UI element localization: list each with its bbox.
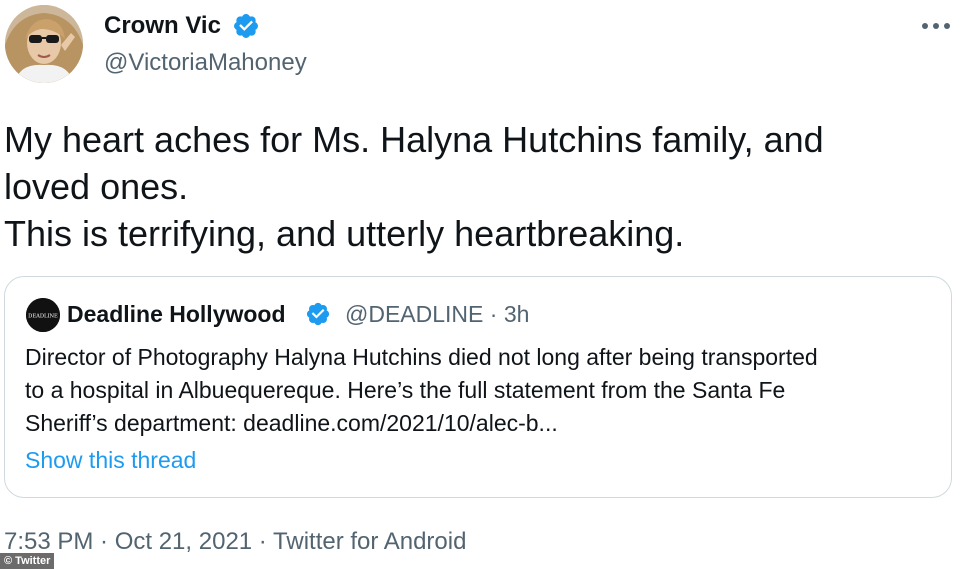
author-name[interactable]: Crown Vic [104,12,221,40]
quoted-text-line: to a hospital in Albuequereque. Here’s t… [25,377,786,403]
deadline-logo-text: DEADLINE [28,314,58,320]
tweet-timestamp[interactable]: 7:53 PM · Oct 21, 2021 · Twitter for And… [4,528,466,556]
image-credit: © Twitter [0,553,55,569]
tweet-text-line: My heart aches for Ms. Halyna Hutchins f… [4,119,824,160]
quoted-text-line: Sheriff’s department: deadline.com/2021/… [25,410,558,436]
show-thread-link[interactable]: Show this thread [25,447,196,474]
tweet: Crown Vic @VictoriaMahoney My heart ache… [0,0,962,569]
quoted-handle-time[interactable]: @DEADLINE · 3h [345,301,529,328]
verified-badge-icon [306,302,330,326]
quoted-tweet-text: Director of Photography Halyna Hutchins … [25,341,935,440]
quoted-tweet-card[interactable]: DEADLINE Deadline Hollywood @DEADLINE · … [4,276,952,498]
tweet-text: My heart aches for Ms. Halyna Hutchins f… [4,116,954,257]
tweet-text-line: loved ones. [4,166,189,207]
more-options-icon[interactable] [918,12,954,40]
author-avatar[interactable] [5,5,83,83]
quoted-author-name[interactable]: Deadline Hollywood [67,301,286,328]
quoted-author-avatar[interactable]: DEADLINE [26,298,60,332]
tweet-text-line: This is terrifying, and utterly heartbre… [4,213,685,254]
verified-badge-icon [234,14,258,38]
quoted-text-line: Director of Photography Halyna Hutchins … [25,344,818,370]
author-handle[interactable]: @VictoriaMahoney [104,49,307,77]
